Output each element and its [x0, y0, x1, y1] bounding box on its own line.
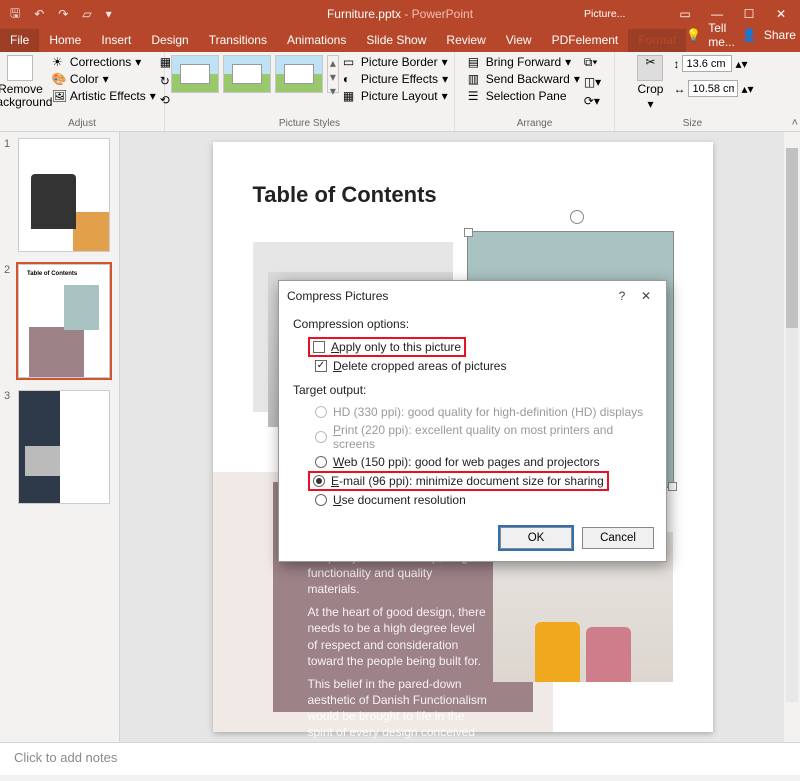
start-from-beginning-icon[interactable]: ▱ [82, 7, 91, 21]
hd-label: HD (330 ppi): good quality for high-defi… [333, 405, 643, 419]
tab-review[interactable]: Review [436, 29, 495, 52]
title-bar: 🖫 ↶ ↷ ▱ ▾ Furniture.pptx - PowerPoint Pi… [0, 0, 800, 28]
bring-forward-menu[interactable]: ▤Bring Forward▾ [468, 55, 580, 69]
remove-background-button[interactable]: Remove Background [0, 55, 48, 109]
compress-pictures-dialog: Compress Pictures ? ✕ Compression option… [278, 280, 667, 562]
height-field[interactable]: ↕▴▾ [673, 55, 753, 72]
thumb-slide-3[interactable]: 3 [4, 390, 115, 504]
tell-me-search[interactable]: Tell me... [703, 18, 740, 52]
effects-icon: ◐ [343, 72, 357, 86]
picture-layout-menu[interactable]: ▦Picture Layout▾ [343, 89, 448, 103]
vertical-scrollbar[interactable] [784, 132, 800, 742]
dialog-help-button[interactable]: ? [610, 289, 634, 303]
document-resolution-label: Use document resolution [333, 493, 466, 507]
picture-border-menu[interactable]: ▭Picture Border▾ [343, 55, 448, 69]
bring-forward-icon: ▤ [468, 55, 482, 69]
tab-home[interactable]: Home [39, 29, 91, 52]
ribbon: Remove Background ☀Corrections▾ 🎨Color▾ … [0, 52, 800, 132]
web-label: Web (150 ppi): good for web pages and pr… [333, 455, 600, 469]
tab-design[interactable]: Design [141, 29, 198, 52]
color-menu[interactable]: 🎨Color▾ [52, 72, 156, 86]
layout-icon: ▦ [343, 89, 357, 103]
tab-pdfelement[interactable]: PDFelement [542, 29, 629, 52]
crop-icon: ✂ [637, 55, 663, 81]
qat-more-icon[interactable]: ▾ [106, 7, 112, 21]
ribbon-tabs: File Home Insert Design Transitions Anim… [0, 28, 800, 52]
align-menu-icon[interactable]: ⧉▾ [584, 55, 601, 70]
print-label: Print (220 ppi): excellent quality on mo… [333, 423, 652, 451]
send-backward-icon: ▥ [468, 72, 482, 86]
notes-pane[interactable]: Click to add notes [0, 742, 800, 775]
tab-view[interactable]: View [496, 29, 542, 52]
target-output-label: Target output: [293, 383, 652, 397]
collapse-ribbon-icon[interactable]: ˄ [792, 117, 798, 129]
tab-animations[interactable]: Animations [277, 29, 356, 52]
delete-cropped-label: Delete cropped areas of pictures [333, 359, 506, 373]
slide-title: Table of Contents [253, 182, 437, 208]
picture-effects-menu[interactable]: ◐Picture Effects▾ [343, 72, 448, 86]
gallery-more-icon[interactable]: ▴▾▾ [327, 55, 339, 93]
tab-slideshow[interactable]: Slide Show [356, 29, 436, 52]
group-adjust-label: Adjust [68, 118, 96, 131]
tellme-icon: 💡 [686, 28, 701, 42]
document-resolution-radio[interactable] [315, 494, 327, 506]
apply-only-checkbox[interactable] [313, 341, 325, 353]
width-field[interactable]: ↔▴▾ [673, 80, 753, 97]
email-label: E-mail (96 ppi): minimize document size … [331, 474, 604, 488]
corrections-icon: ☀ [52, 55, 66, 69]
undo-icon[interactable]: ↶ [34, 7, 44, 21]
picture-styles-gallery[interactable]: ▴▾▾ [171, 55, 339, 93]
dialog-close-button[interactable]: ✕ [634, 289, 658, 303]
compression-options-label: Compression options: [293, 317, 652, 331]
tab-file[interactable]: File [0, 29, 39, 52]
quick-access-toolbar: 🖫 ↶ ↷ ▱ ▾ [0, 4, 112, 25]
artistic-icon: 🖼 [52, 89, 66, 103]
border-icon: ▭ [343, 55, 357, 69]
save-icon[interactable]: 🖫 [10, 4, 20, 25]
width-icon: ↔ [673, 82, 685, 96]
tab-format[interactable]: Format [628, 29, 686, 52]
thumb-slide-2[interactable]: 2 Table of Contents [4, 264, 115, 378]
share-button[interactable]: Share [759, 25, 800, 45]
status-bar [0, 775, 800, 781]
group-size-label: Size [683, 118, 702, 131]
corrections-menu[interactable]: ☀Corrections▾ [52, 55, 156, 69]
delete-cropped-checkbox[interactable] [315, 360, 327, 372]
tab-insert[interactable]: Insert [91, 29, 141, 52]
tab-transitions[interactable]: Transitions [199, 29, 277, 52]
group-menu-icon[interactable]: ◫▾ [584, 75, 601, 89]
cancel-button[interactable]: Cancel [582, 527, 654, 549]
selection-pane-button[interactable]: ☰Selection Pane [468, 89, 580, 103]
print-radio [315, 431, 327, 443]
rotate-menu-icon[interactable]: ⟳▾ [584, 94, 601, 108]
selection-pane-icon: ☰ [468, 89, 482, 103]
thumb-slide-1[interactable]: 1 [4, 138, 115, 252]
crop-button[interactable]: ✂ Crop▾ [631, 55, 669, 111]
color-icon: 🎨 [52, 72, 66, 86]
rotate-handle-icon[interactable] [570, 210, 584, 224]
context-tab-label: Picture... [584, 0, 625, 28]
artistic-effects-menu[interactable]: 🖼Artistic Effects▾ [52, 89, 156, 103]
ok-button[interactable]: OK [500, 527, 572, 549]
email-radio[interactable] [313, 475, 325, 487]
group-arrange-label: Arrange [517, 118, 553, 131]
remove-background-icon [7, 55, 33, 81]
slide-thumbnails: 1 2 Table of Contents 3 [0, 132, 120, 742]
group-styles-label: Picture Styles [279, 118, 340, 131]
height-icon: ↕ [673, 57, 679, 71]
web-radio[interactable] [315, 456, 327, 468]
dialog-title: Compress Pictures [287, 289, 610, 303]
hd-radio [315, 406, 327, 418]
share-icon: 👤 [742, 28, 757, 42]
redo-icon[interactable]: ↷ [58, 7, 68, 21]
send-backward-menu[interactable]: ▥Send Backward▾ [468, 72, 580, 86]
apply-only-label: AApply only to this picturepply only to … [331, 340, 461, 354]
